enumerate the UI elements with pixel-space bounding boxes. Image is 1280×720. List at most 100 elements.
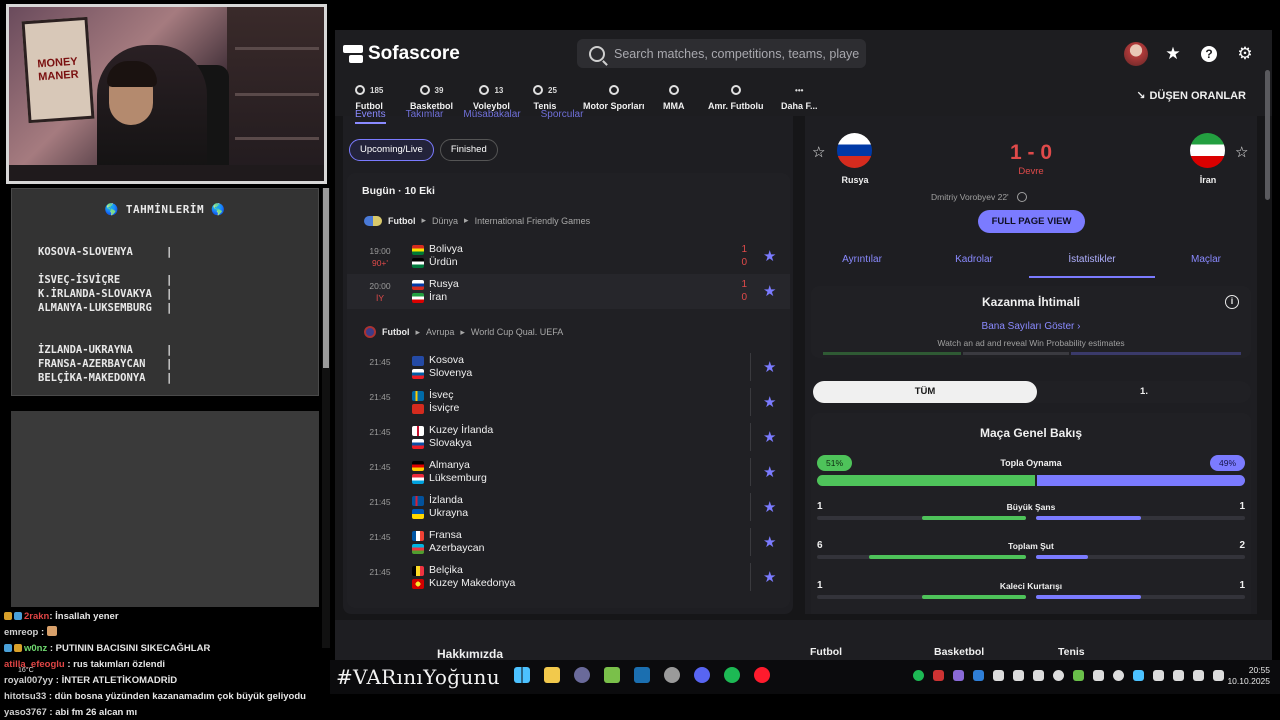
favorite-star-icon[interactable]: ★ [763, 568, 776, 586]
notepad-icon[interactable] [604, 667, 620, 683]
monitor-icon[interactable] [1173, 670, 1184, 681]
uefa-icon [364, 326, 376, 338]
tray-app-icon[interactable] [933, 670, 944, 681]
tray-app-icon[interactable] [1013, 670, 1024, 681]
sofascore-logo[interactable]: Sofascore [343, 43, 460, 65]
favorite-star-icon[interactable]: ★ [763, 393, 776, 411]
sport-tab-motor[interactable]: Motor Sporları [583, 83, 645, 111]
tray-app-icon[interactable] [1033, 670, 1044, 681]
tab-matches[interactable]: Maçlar [1151, 254, 1257, 265]
away-team-name[interactable]: İran [1178, 175, 1238, 185]
sport-tab-more[interactable]: ••• Daha F... [781, 83, 818, 112]
search-input[interactable] [614, 46, 859, 61]
subtab-competitions[interactable]: Müsabakalar [463, 109, 520, 124]
footer-tennis[interactable]: Tenis [1058, 646, 1085, 658]
favorite-star-icon[interactable]: ★ [763, 428, 776, 446]
poster-line: MANER [37, 68, 79, 84]
match-row[interactable]: 21:45 İsveç İsviçre ★ [347, 385, 790, 420]
page-scrollbar[interactable] [1265, 70, 1270, 200]
network-icon[interactable] [1193, 670, 1204, 681]
favorite-star-icon[interactable]: ★ [763, 498, 776, 516]
spotify-icon[interactable] [724, 667, 740, 683]
match-row[interactable]: 21:45 Kosova Slovenya ★ [347, 350, 790, 385]
match-row[interactable]: 21:45 Fransa Azerbaycan ★ [347, 525, 790, 560]
gear-icon[interactable]: ⚙ [1234, 43, 1256, 65]
sport-tab-mma[interactable]: MMA [663, 83, 685, 111]
match-row[interactable]: 19:00 90+' Bolivya Ürdün 1 0 ★ [347, 239, 790, 274]
favorite-star-icon[interactable]: ★ [763, 463, 776, 481]
sport-tab-basketbol[interactable]: 39 Basketbol [410, 83, 453, 111]
tray-app-icon[interactable] [1153, 670, 1164, 681]
match-row[interactable]: 20:00 İY Rusya İran 1 0 ★ [347, 274, 790, 309]
footer-about[interactable]: Hakkımızda [437, 647, 503, 660]
tab-details[interactable]: Ayrıntılar [807, 254, 917, 265]
away-team: Kuzey Makedonya [429, 577, 516, 589]
tray-app-icon[interactable] [1133, 670, 1144, 681]
folder-icon[interactable] [544, 667, 560, 683]
tab-lineups[interactable]: Kadrolar [919, 254, 1029, 265]
home-team: Rusya [429, 278, 459, 290]
discord-icon[interactable] [694, 667, 710, 683]
favorite-star-icon[interactable]: ★ [763, 282, 776, 300]
subtab-events[interactable]: Events [355, 109, 386, 124]
period-all[interactable]: TÜM [813, 381, 1037, 403]
slovakia-flag-icon [412, 438, 424, 449]
home-team: İsveç [429, 389, 454, 401]
opera-icon[interactable] [754, 667, 770, 683]
tray-spotify-icon[interactable] [913, 670, 924, 681]
filter-finished[interactable]: Finished [439, 139, 498, 161]
chat-message: emreop : [4, 625, 324, 641]
match-row[interactable]: 21:45 Kuzey İrlanda Slovakya ★ [347, 420, 790, 455]
tray-app-icon[interactable] [1113, 670, 1124, 681]
chat-text: : rus takımları özlendi [64, 659, 166, 670]
tray-app-icon[interactable] [953, 670, 964, 681]
match-row[interactable]: 21:45 Almanya Lüksemburg ★ [347, 455, 790, 490]
tray-app-icon[interactable] [1093, 670, 1104, 681]
sport-tab-futbol[interactable]: 185 Futbol [355, 83, 383, 111]
search-bar[interactable] [577, 39, 866, 68]
predictions-panel: 🌎 TAHMİNLERİM 🌎 KOSOVA-SLOVENYA | İSVEÇ-İ… [11, 188, 319, 396]
tab-statistics[interactable]: İstatistikler [1037, 254, 1147, 265]
bluetooth-icon[interactable] [973, 670, 984, 681]
trend-down-icon: ↘ [1136, 90, 1146, 102]
favorite-star-icon[interactable]: ★ [763, 358, 776, 376]
avatar[interactable] [1124, 42, 1148, 66]
volume-icon[interactable] [1213, 670, 1224, 681]
sport-tab-tenis[interactable]: 25 Tenis [533, 83, 557, 111]
league-header[interactable]: Futbol ▸ Avrupa ▸ World Cup Qual. UEFA [364, 326, 563, 338]
stat-away-track [1036, 516, 1245, 520]
favorite-away-star-icon[interactable]: ☆ [1235, 143, 1248, 161]
subtab-players[interactable]: Sporcular [541, 109, 584, 124]
filter-upcoming-live[interactable]: Upcoming/Live [349, 139, 434, 161]
favorite-star-icon[interactable]: ★ [763, 247, 776, 265]
windows-start-icon[interactable] [514, 667, 530, 683]
match-row[interactable]: 21:45 Belçika Kuzey Makedonya ★ [347, 560, 790, 595]
league-header[interactable]: Futbol ▸ Dünya ▸ International Friendly Ga… [364, 215, 590, 226]
star-icon[interactable]: ★ [1162, 43, 1184, 65]
chat-text: : abi fm 26 alcan mı [46, 707, 138, 718]
nvidia-icon[interactable] [1073, 670, 1084, 681]
clock[interactable]: 20:55 10.10.2025 [1227, 665, 1270, 687]
info-icon[interactable]: i [1225, 295, 1239, 309]
dropping-odds-link[interactable]: ↘ DÜŞEN ORANLAR [1136, 89, 1246, 103]
tray-app-icon[interactable] [993, 670, 1004, 681]
favorite-star-icon[interactable]: ★ [763, 533, 776, 551]
sport-tab-voleybol[interactable]: 13 Voleybol [473, 83, 510, 111]
sport-tab-amr-futbolu[interactable]: Amr. Futbolu [708, 83, 764, 111]
obs-icon[interactable] [664, 667, 680, 683]
show-numbers-link[interactable]: Bana Sayıları Göster › [811, 321, 1251, 332]
full-page-view-button[interactable]: FULL PAGE VIEW [978, 210, 1085, 233]
chat-overlay: 2rakn: İnsallah yener emreop : w0nz : PU… [4, 609, 324, 720]
overlay-scrollbar[interactable] [322, 188, 330, 648]
match-row[interactable]: 21:45 İzlanda Ukrayna ★ [347, 490, 790, 525]
app-icon[interactable] [574, 667, 590, 683]
help-icon[interactable]: ? [1198, 43, 1220, 65]
period-first-half[interactable]: 1. [1037, 381, 1251, 403]
tray-app-icon[interactable] [1053, 670, 1064, 681]
iran-flag-icon[interactable] [1190, 133, 1225, 168]
footer-football[interactable]: Futbol [810, 646, 842, 658]
subtab-teams[interactable]: Takımlar [406, 109, 444, 124]
prediction-row: İSVEÇ-İSVİÇRE | [38, 273, 172, 287]
steam-icon[interactable] [634, 667, 650, 683]
footer-basketball[interactable]: Basketbol [934, 646, 984, 658]
